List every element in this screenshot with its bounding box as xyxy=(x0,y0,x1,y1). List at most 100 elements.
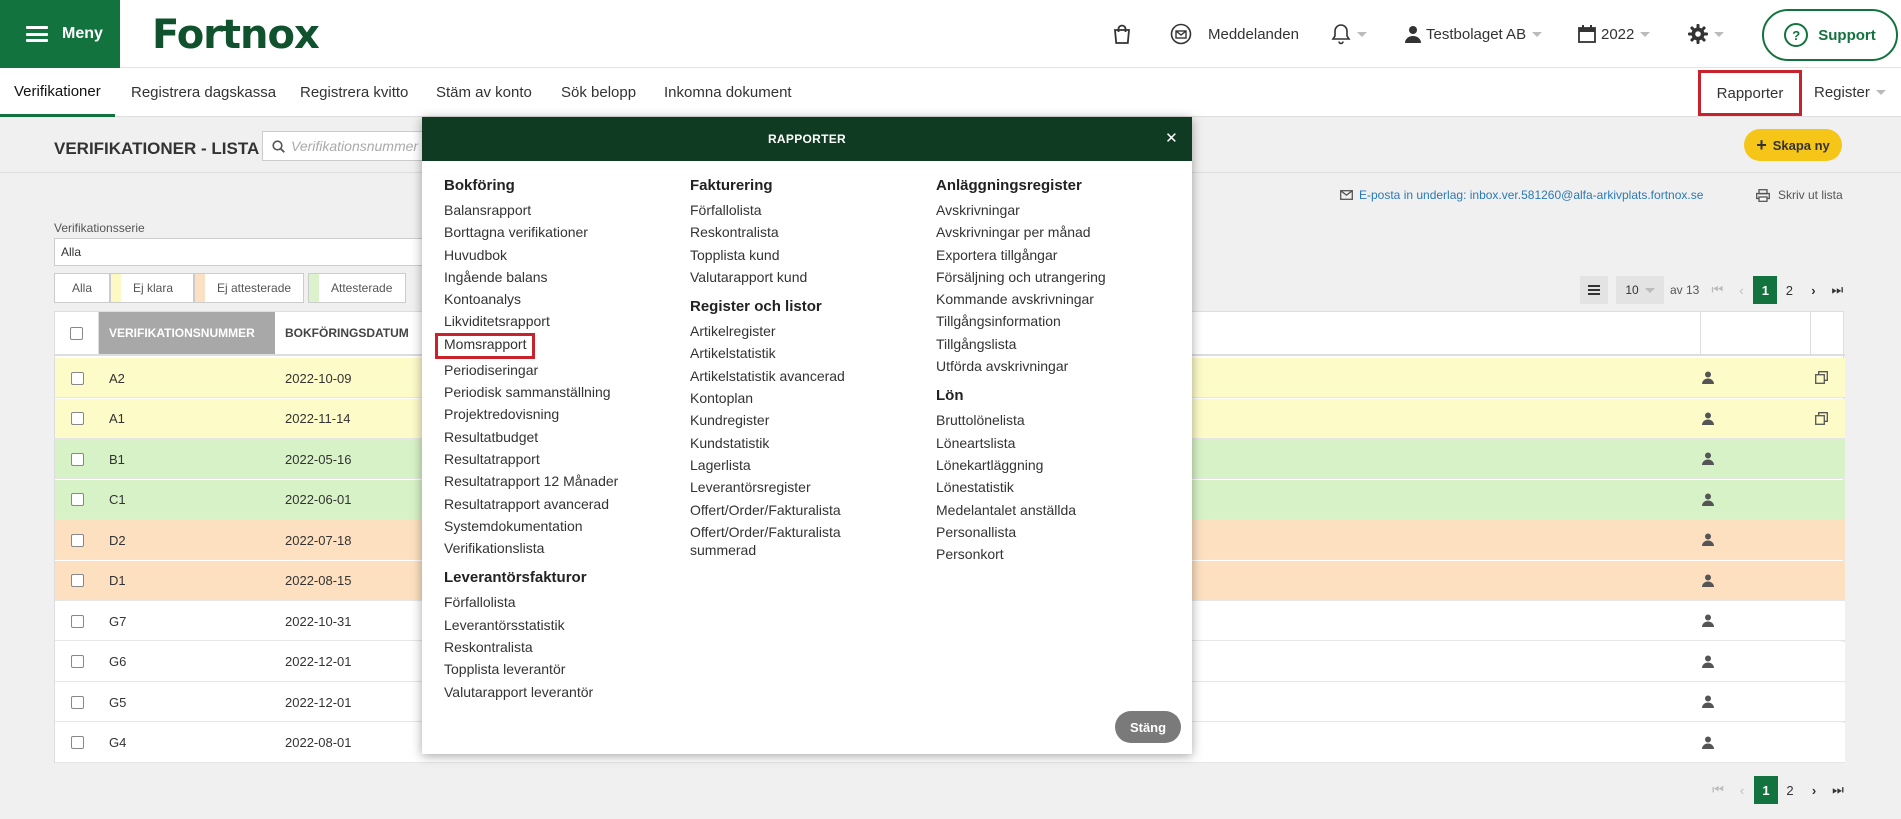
report-link-offert-order-fakturalista-summerad[interactable]: Offert/Order/Fakturalista summerad xyxy=(690,521,870,562)
filter-ej-attesterade[interactable]: Ej attesterade xyxy=(194,273,304,303)
report-link-systemdokumentation[interactable]: Systemdokumentation xyxy=(444,515,618,537)
report-link-forfallolista[interactable]: Förfallolista xyxy=(690,199,870,221)
row-checkbox[interactable] xyxy=(70,493,84,506)
report-link-valutarapport-leverantor[interactable]: Valutarapport leverantör xyxy=(444,681,618,703)
menu-button[interactable]: Meny xyxy=(0,0,120,68)
verification-number[interactable]: G5 xyxy=(109,682,126,722)
report-link-verifikationslista[interactable]: Verifikationslista xyxy=(444,537,618,559)
report-link-personkort[interactable]: Personkort xyxy=(936,543,1106,565)
report-link-huvudbok[interactable]: Huvudbok xyxy=(444,244,618,266)
row-checkbox[interactable] xyxy=(70,371,84,385)
tab-registrera-dagskassa[interactable]: Registrera dagskassa xyxy=(131,68,276,117)
user-icon[interactable] xyxy=(1702,736,1714,752)
row-checkbox[interactable] xyxy=(70,412,84,425)
report-link-valutarapport-kund[interactable]: Valutarapport kund xyxy=(690,266,870,288)
filter-attesterade[interactable]: Attesterade xyxy=(308,273,406,303)
verification-number[interactable]: G6 xyxy=(109,642,126,682)
report-link-personallista[interactable]: Personallista xyxy=(936,521,1106,543)
print-list-link[interactable]: Skriv ut lista xyxy=(1756,188,1843,202)
last-page-icon[interactable]: ⏭ xyxy=(1825,276,1849,304)
company-selector[interactable]: Testbolaget AB xyxy=(1405,0,1543,68)
verification-number[interactable]: C1 xyxy=(109,480,126,520)
messages-button[interactable]: Meddelanden xyxy=(1170,0,1299,68)
row-checkbox[interactable] xyxy=(70,533,84,547)
copy-icon[interactable] xyxy=(1815,371,1828,387)
next-page-icon[interactable]: › xyxy=(1802,776,1826,804)
report-link-bruttolonelista[interactable]: Bruttolönelista xyxy=(936,409,1106,431)
tab-stam-av-konto[interactable]: Stäm av konto xyxy=(436,68,532,117)
report-link-topplista-leverantor[interactable]: Topplista leverantör xyxy=(444,658,618,680)
report-link-artikelstatistik[interactable]: Artikelstatistik xyxy=(690,342,870,364)
search-input[interactable]: Verifikationsnummer xyxy=(262,131,432,161)
report-link-reskontralista[interactable]: Reskontralista xyxy=(444,636,618,658)
report-link-kontoplan[interactable]: Kontoplan xyxy=(690,387,870,409)
first-page-icon[interactable]: ⏮ xyxy=(1705,276,1729,304)
user-icon[interactable] xyxy=(1702,655,1714,671)
copy-icon[interactable] xyxy=(1815,411,1828,428)
report-link-leverantorsregister[interactable]: Leverantörsregister xyxy=(690,476,870,498)
page-1-button[interactable]: 1 xyxy=(1753,276,1778,304)
report-link-resultatbudget[interactable]: Resultatbudget xyxy=(444,426,618,448)
fortnox-logo[interactable]: Fortnox xyxy=(152,12,320,58)
register-menu[interactable]: Register xyxy=(1814,68,1886,117)
close-button[interactable]: Stäng xyxy=(1115,711,1181,743)
report-link-artikelregister[interactable]: Artikelregister xyxy=(690,320,870,342)
report-link-momsrapport[interactable]: Momsrapport xyxy=(435,332,536,359)
report-link-tillgangsinformation[interactable]: Tillgångsinformation xyxy=(936,310,1106,332)
report-link-likviditetsrapport[interactable]: Likviditetsrapport xyxy=(444,310,618,332)
row-checkbox[interactable] xyxy=(70,452,84,466)
report-link-offert-order-fakturalista[interactable]: Offert/Order/Fakturalista xyxy=(690,499,870,521)
report-link-balansrapport[interactable]: Balansrapport xyxy=(444,199,618,221)
report-link-medelantalet-anstallda[interactable]: Medelantalet anställda xyxy=(936,499,1106,521)
verification-number[interactable]: B1 xyxy=(109,439,125,479)
report-link-resultatrapport-avancerad[interactable]: Resultatrapport avancerad xyxy=(444,493,618,515)
prev-page-icon[interactable]: ‹ xyxy=(1730,776,1754,804)
report-link-kundregister[interactable]: Kundregister xyxy=(690,409,870,431)
report-link-loneartslista[interactable]: Löneartslista xyxy=(936,432,1106,454)
report-link-leverantorsstatistik[interactable]: Leverantörsstatistik xyxy=(444,614,618,636)
report-link-avskrivningar[interactable]: Avskrivningar xyxy=(936,199,1106,221)
prev-page-icon[interactable]: ‹ xyxy=(1729,276,1753,304)
report-link-forsaljning-och-utrangering[interactable]: Försäljning och utrangering xyxy=(936,266,1106,288)
close-icon[interactable]: ✕ xyxy=(1165,129,1178,147)
report-link-utforda-avskrivningar[interactable]: Utförda avskrivningar xyxy=(936,355,1106,377)
filter-ej-klara[interactable]: Ej klara xyxy=(110,273,194,303)
report-link-projektredovisning[interactable]: Projektredovisning xyxy=(444,403,618,425)
page-1-button[interactable]: 1 xyxy=(1754,776,1778,804)
row-checkbox[interactable] xyxy=(70,695,84,709)
verification-number[interactable]: A2 xyxy=(109,358,125,398)
user-icon[interactable] xyxy=(1702,574,1714,590)
tab-sok-belopp[interactable]: Sök belopp xyxy=(561,68,636,117)
report-link-exportera-tillgangar[interactable]: Exportera tillgångar xyxy=(936,244,1106,266)
list-view-icon[interactable] xyxy=(1580,276,1608,304)
last-page-icon[interactable]: ⏭ xyxy=(1826,776,1850,804)
page-2-button[interactable]: 2 xyxy=(1778,776,1802,804)
report-link-kundstatistik[interactable]: Kundstatistik xyxy=(690,432,870,454)
report-link-forfallolista[interactable]: Förfallolista xyxy=(444,591,618,613)
user-icon[interactable] xyxy=(1702,371,1714,387)
verification-number[interactable]: A1 xyxy=(109,399,125,439)
row-checkbox[interactable] xyxy=(70,614,84,628)
report-link-kontoanalys[interactable]: Kontoanalys xyxy=(444,288,618,310)
verification-number[interactable]: G7 xyxy=(109,601,126,641)
support-button[interactable]: ? Support xyxy=(1762,9,1898,61)
report-link-kommande-avskrivningar[interactable]: Kommande avskrivningar xyxy=(936,288,1106,310)
report-link-avskrivningar-per-manad[interactable]: Avskrivningar per månad xyxy=(936,221,1106,243)
report-link-lonekartlaggning[interactable]: Lönekartläggning xyxy=(936,454,1106,476)
tab-registrera-kvitto[interactable]: Registrera kvitto xyxy=(300,68,408,117)
report-link-periodisk-sammanstallning[interactable]: Periodisk sammanställning xyxy=(444,381,618,403)
user-icon[interactable] xyxy=(1702,533,1714,549)
report-link-lagerlista[interactable]: Lagerlista xyxy=(690,454,870,476)
verification-number[interactable]: G4 xyxy=(109,723,126,763)
row-checkbox[interactable] xyxy=(70,574,84,587)
user-icon[interactable] xyxy=(1702,695,1714,711)
select-all-checkbox[interactable] xyxy=(70,326,83,340)
report-link-lonestatistik[interactable]: Lönestatistik xyxy=(936,476,1106,498)
report-link-periodiseringar[interactable]: Periodiseringar xyxy=(444,359,618,381)
page-size-select[interactable]: 10 xyxy=(1616,276,1664,304)
filter-alla[interactable]: Alla xyxy=(54,273,110,303)
user-icon[interactable] xyxy=(1702,412,1714,428)
report-link-artikelstatistik-avancerad[interactable]: Artikelstatistik avancerad xyxy=(690,365,870,387)
tab-verifikationer[interactable]: Verifikationer xyxy=(0,68,115,117)
year-selector[interactable]: 2022 xyxy=(1578,0,1651,68)
